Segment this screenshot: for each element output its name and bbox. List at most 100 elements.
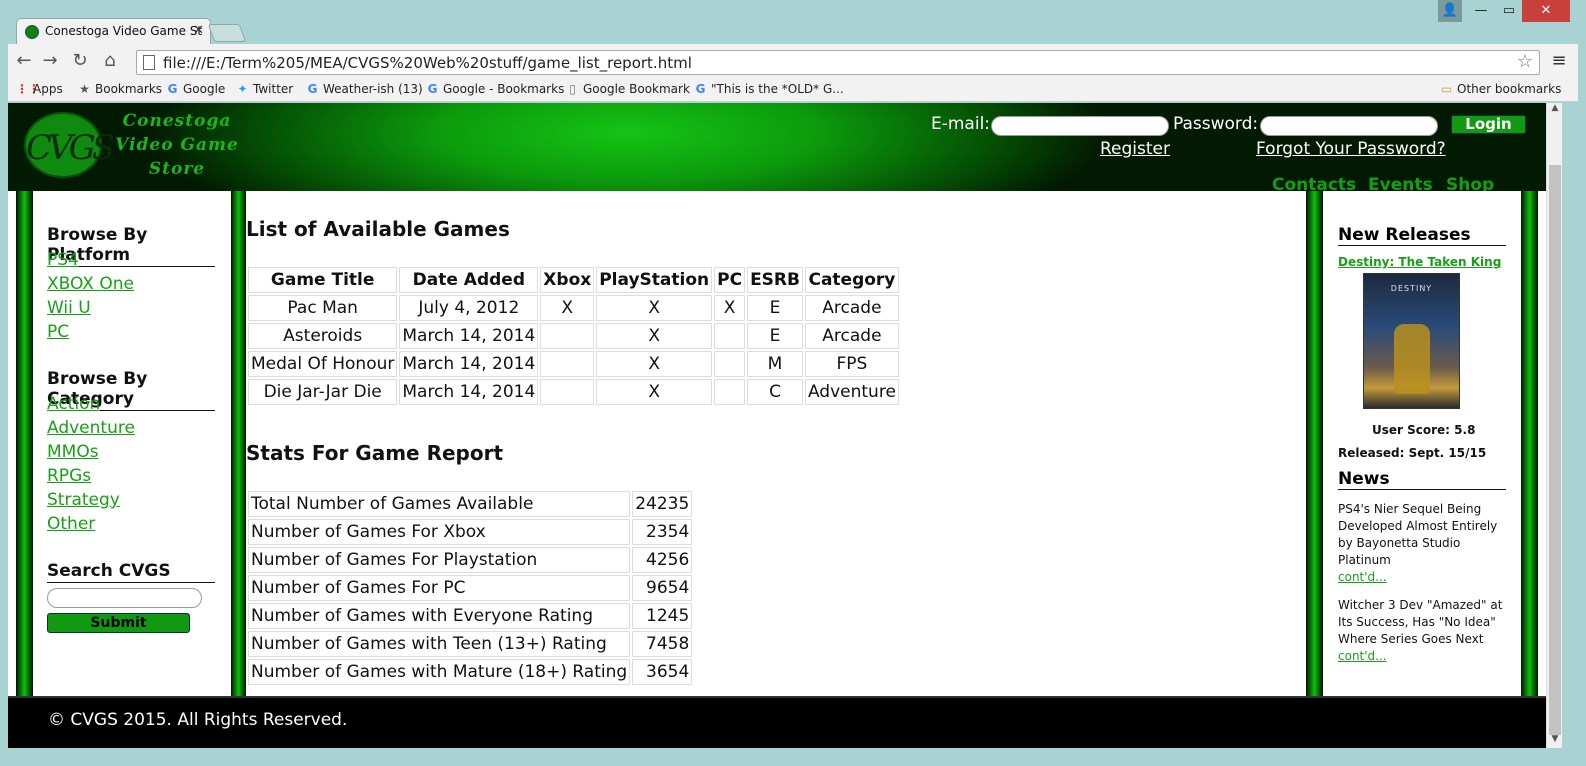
profile-icon[interactable]: 👤 bbox=[1438, 0, 1462, 22]
bookmark-google-bookmarks[interactable]: G Google - Bookmarks bbox=[426, 82, 565, 96]
bookmark-old-g[interactable]: G "This is the *OLD* G... bbox=[694, 82, 844, 96]
cvgs-logo[interactable]: CVGS bbox=[24, 112, 115, 178]
url-text: file:///E:/Term%205/MEA/CVGS%20Web%20stu… bbox=[163, 54, 692, 72]
right-inner-pillar bbox=[1306, 191, 1323, 696]
close-tab-icon[interactable]: ✕ bbox=[193, 23, 204, 38]
site-header: CVGS Conestoga Video Game Store E-mail: … bbox=[8, 103, 1546, 195]
games-header-row: Game Title Date Added Xbox PlayStation P… bbox=[248, 267, 899, 293]
left-inner-pillar bbox=[231, 191, 246, 696]
back-icon[interactable]: ← bbox=[12, 49, 36, 73]
maximize-icon[interactable]: ▭ bbox=[1496, 0, 1522, 22]
close-window-icon[interactable]: ✕ bbox=[1522, 0, 1570, 22]
playstation-cell: X bbox=[596, 323, 713, 349]
new-tab-button[interactable] bbox=[207, 24, 247, 42]
category-link-adventure[interactable]: Adventure bbox=[47, 418, 135, 438]
bookmark-google-bookmark[interactable]: ▯ Google Bookmark bbox=[566, 82, 690, 96]
submit-button[interactable]: Submit bbox=[47, 613, 190, 633]
category-cell: Arcade bbox=[804, 323, 899, 349]
stat-label: Number of Games with Everyone Rating bbox=[248, 603, 631, 629]
user-score: User Score: 5.8 bbox=[1372, 423, 1476, 437]
table-row: Number of Games For Playstation 4256 bbox=[248, 547, 693, 573]
category-link-action[interactable]: Action bbox=[47, 394, 100, 414]
news-contd-link[interactable]: cont'd... bbox=[1338, 570, 1387, 584]
platform-link-pc[interactable]: PC bbox=[47, 322, 69, 342]
bookmark-weather[interactable]: G Weather-ish (13) bbox=[306, 82, 423, 96]
cover-logo-text: DESTINY bbox=[1390, 284, 1433, 293]
email-label: E-mail: bbox=[931, 114, 991, 134]
table-row: Pac Man July 4, 2012 X X X E Arcade bbox=[248, 295, 899, 321]
bookmark-google[interactable]: G Google bbox=[166, 82, 226, 96]
platform-link-wii-u[interactable]: Wii U bbox=[47, 298, 91, 318]
esrb-cell: M bbox=[747, 351, 803, 377]
chrome-menu-icon[interactable]: ≡ bbox=[1548, 50, 1570, 72]
playstation-cell: X bbox=[596, 295, 713, 321]
home-icon[interactable]: ⌂ bbox=[98, 49, 122, 73]
table-row: Number of Games with Everyone Rating 1245 bbox=[248, 603, 693, 629]
minimize-icon[interactable]: — bbox=[1468, 0, 1494, 22]
pc-cell bbox=[714, 351, 746, 377]
logo-line-3: Store bbox=[148, 159, 206, 179]
platform-link-xbox-one[interactable]: XBOX One bbox=[47, 274, 134, 294]
bookmark-twitter[interactable]: ✦ Twitter bbox=[236, 82, 293, 96]
col-esrb: ESRB bbox=[747, 267, 803, 293]
google-icon: G bbox=[307, 82, 318, 96]
table-row: Total Number of Games Available 24235 bbox=[248, 491, 693, 517]
col-xbox: Xbox bbox=[540, 267, 595, 293]
scroll-thumb[interactable] bbox=[1549, 165, 1561, 735]
page-icon: ▯ bbox=[569, 82, 576, 96]
forward-icon[interactable]: → bbox=[38, 49, 62, 73]
table-row: Number of Games For Xbox 2354 bbox=[248, 519, 693, 545]
esrb-cell: C bbox=[747, 379, 803, 405]
login-button[interactable]: Login bbox=[1451, 115, 1526, 134]
forgot-password-link[interactable]: Forgot Your Password? bbox=[1256, 139, 1446, 159]
pc-cell bbox=[714, 379, 746, 405]
games-heading: List of Available Games bbox=[246, 217, 510, 241]
bookmark-star-icon[interactable]: ☆ bbox=[1517, 51, 1533, 72]
xbox-cell bbox=[540, 323, 595, 349]
search-input[interactable] bbox=[47, 588, 202, 608]
xbox-cell: X bbox=[540, 295, 595, 321]
stat-label: Number of Games with Teen (13+) Rating bbox=[248, 631, 631, 657]
col-game-title: Game Title bbox=[248, 267, 398, 293]
bookmark-other[interactable]: ▭ Other bookmarks bbox=[1440, 82, 1562, 96]
game-title: Die Jar-Jar Die bbox=[248, 379, 398, 405]
reload-icon[interactable]: ↻ bbox=[68, 49, 92, 73]
game-cover-image[interactable]: DESTINY bbox=[1363, 273, 1460, 409]
bookmark-apps[interactable]: ⋮⋮Apps bbox=[16, 82, 63, 96]
scroll-down-icon[interactable]: ▼ bbox=[1547, 734, 1563, 748]
category-link-strategy[interactable]: Strategy bbox=[47, 490, 120, 510]
category-link-mmos[interactable]: MMOs bbox=[47, 442, 99, 462]
logo-letters: CVGS bbox=[26, 128, 115, 168]
table-row: Number of Games with Mature (18+) Rating… bbox=[248, 659, 693, 685]
pc-cell bbox=[714, 323, 746, 349]
stat-label: Number of Games with Mature (18+) Rating bbox=[248, 659, 631, 685]
col-playstation: PlayStation bbox=[596, 267, 713, 293]
bookmark-bookmarks[interactable]: ★ Bookmarks bbox=[78, 82, 162, 96]
page-viewport: CVGS Conestoga Video Game Store E-mail: … bbox=[8, 103, 1546, 748]
release-title-link[interactable]: Destiny: The Taken King bbox=[1338, 255, 1501, 269]
tab-title: Conestoga Video Game St bbox=[45, 24, 203, 38]
address-bar[interactable]: file:///E:/Term%205/MEA/CVGS%20Web%20stu… bbox=[136, 50, 1540, 75]
google-icon: G bbox=[167, 82, 178, 96]
password-field[interactable] bbox=[1260, 116, 1438, 136]
playstation-cell: X bbox=[596, 351, 713, 377]
star-icon: ★ bbox=[79, 82, 90, 96]
stat-value: 9654 bbox=[632, 575, 693, 601]
category-cell: Adventure bbox=[804, 379, 899, 405]
apps-grid-icon: ⋮⋮ bbox=[16, 82, 40, 96]
page-scrollbar[interactable]: ▲ ▼ bbox=[1546, 103, 1562, 748]
scroll-up-icon[interactable]: ▲ bbox=[1547, 103, 1563, 117]
email-field[interactable] bbox=[991, 116, 1169, 136]
category-link-rpgs[interactable]: RPGs bbox=[47, 466, 91, 486]
news-contd-link[interactable]: cont'd... bbox=[1338, 649, 1387, 663]
xbox-cell bbox=[540, 379, 595, 405]
category-link-other[interactable]: Other bbox=[47, 514, 95, 534]
tab-conestoga[interactable]: Conestoga Video Game St ✕ bbox=[16, 18, 211, 44]
esrb-cell: E bbox=[747, 323, 803, 349]
stats-table: Total Number of Games Available 24235 Num… bbox=[246, 489, 694, 687]
cover-figure bbox=[1394, 324, 1430, 394]
news-item: Witcher 3 Dev "Amazed" at Its Success, H… bbox=[1338, 597, 1508, 665]
news-item: PS4's Nier Sequel Being Developed Almost… bbox=[1338, 501, 1508, 586]
register-link[interactable]: Register bbox=[1100, 139, 1170, 159]
platform-link-ps4[interactable]: PS4 bbox=[47, 250, 79, 270]
